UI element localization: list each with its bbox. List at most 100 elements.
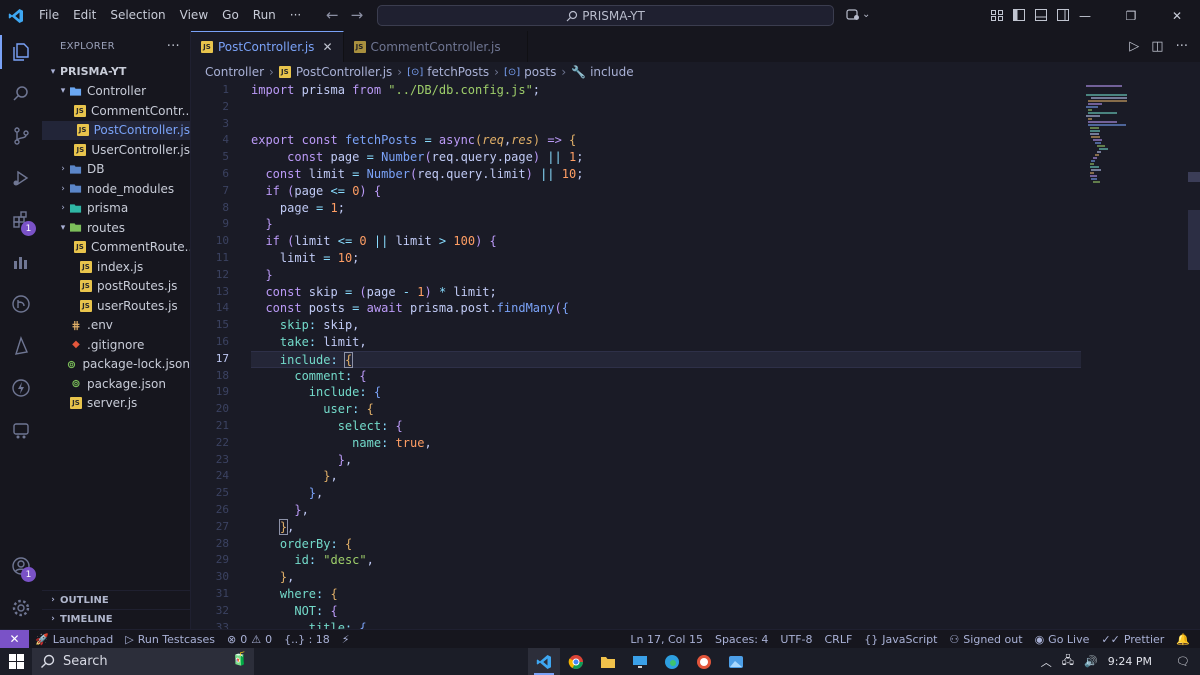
run-debug-icon[interactable] — [0, 157, 42, 199]
code-line[interactable]: if (limit <= 0 || limit > 100) { — [251, 233, 1081, 250]
command-center-search[interactable]: PRISMA-YT — [377, 5, 834, 26]
code-line[interactable]: }, — [251, 518, 1081, 536]
code-line[interactable]: limit = 10; — [251, 250, 1081, 267]
tree-file[interactable]: ⊚ package-lock.json — [42, 355, 190, 375]
network-icon[interactable]: 🖧 — [1062, 652, 1074, 671]
taskbar-file-explorer-icon[interactable] — [592, 648, 624, 675]
code-line[interactable]: take: limit, — [251, 334, 1081, 351]
taskbar-monitor-icon[interactable] — [624, 648, 656, 675]
code-line[interactable]: orderBy: { — [251, 536, 1081, 553]
code-line[interactable] — [251, 99, 1081, 116]
code-line[interactable]: }, — [251, 468, 1081, 485]
show-hidden-icons-icon[interactable]: ︿ — [1041, 654, 1052, 670]
tree-folder[interactable]: › node_modules — [42, 179, 190, 199]
remote-window-icon[interactable]: ✕ — [0, 629, 29, 649]
code-line[interactable]: name: true, — [251, 435, 1081, 452]
forward-arrow-icon[interactable]: → — [351, 6, 364, 24]
customize-layout-icon[interactable] — [990, 8, 1004, 22]
remote-explorer-icon[interactable] — [0, 409, 42, 451]
scrollbar-thumb[interactable] — [1188, 210, 1200, 270]
tree-folder[interactable]: › prisma — [42, 199, 190, 219]
code-line[interactable]: const page = Number(req.query.page) || 1… — [251, 149, 1081, 166]
tree-file[interactable]: JS index.js — [42, 257, 190, 277]
breadcrumb-property[interactable]: include — [590, 65, 633, 79]
code-line[interactable]: }, — [251, 485, 1081, 502]
tree-folder[interactable]: ▾ routes — [42, 218, 190, 238]
git-graph-icon[interactable] — [0, 283, 42, 325]
search-icon[interactable] — [0, 73, 42, 115]
encoding[interactable]: UTF-8 — [774, 633, 818, 646]
code-line[interactable]: id: "desc", — [251, 552, 1081, 569]
code-line[interactable]: }, — [251, 502, 1081, 519]
taskbar-edge-icon[interactable] — [656, 648, 688, 675]
outline-section[interactable]: › OUTLINE — [42, 590, 190, 609]
taskbar-app-red-icon[interactable] — [688, 648, 720, 675]
clock[interactable]: 9:24 PM — [1108, 655, 1152, 668]
extensions-icon[interactable]: 1 — [0, 199, 42, 241]
tree-folder[interactable]: › DB — [42, 160, 190, 180]
code-line[interactable]: NOT: { — [251, 603, 1081, 620]
code-line[interactable]: } — [251, 267, 1081, 284]
code-line[interactable]: export const fetchPosts = async(req,res)… — [251, 132, 1081, 149]
breadcrumb-file[interactable]: PostController.js — [296, 65, 392, 79]
code-editor[interactable]: 1 2 3 4 5 6 7 8 9 10 11 12 13 14 15 16 17 18 19 20 21 22 23 24 2… — [191, 82, 1200, 629]
thunder-client-icon[interactable] — [0, 367, 42, 409]
tab-commentcontroller[interactable]: JS CommentController.js — [344, 31, 528, 62]
more-actions-icon[interactable]: ··· — [1176, 39, 1188, 54]
tree-file[interactable]: JS userRoutes.js — [42, 296, 190, 316]
notification-center-icon[interactable]: 🗨 — [1176, 655, 1190, 668]
code-line[interactable]: } — [251, 216, 1081, 233]
tree-file[interactable]: JS CommentContr... — [42, 101, 190, 121]
close-icon[interactable]: ✕ — [1154, 0, 1200, 31]
signed-out-item[interactable]: ⚇ Signed out — [943, 633, 1028, 646]
menu-edit[interactable]: Edit — [66, 0, 103, 31]
source-control-icon[interactable] — [0, 115, 42, 157]
breadcrumb-function[interactable]: fetchPosts — [427, 65, 489, 79]
code-line[interactable]: user: { — [251, 401, 1081, 418]
end-of-line[interactable]: CRLF — [819, 633, 859, 646]
problems-item[interactable]: ⊗ 0 ⚠ 0 — [221, 633, 278, 646]
tree-file[interactable]: JS server.js — [42, 394, 190, 414]
split-editor-icon[interactable]: ◫ — [1151, 39, 1163, 54]
run-testcases-item[interactable]: ▷ Run Testcases — [119, 633, 221, 646]
code-line[interactable]: const limit = Number(req.query.limit) ||… — [251, 166, 1081, 183]
taskbar-chrome-icon[interactable] — [560, 648, 592, 675]
prisma-icon[interactable] — [0, 325, 42, 367]
project-root[interactable]: ▾ PRISMA-YT — [42, 62, 190, 82]
tree-folder[interactable]: ▾ Controller — [42, 82, 190, 102]
code-line[interactable]: include: { — [251, 384, 1081, 401]
menu-view[interactable]: View — [173, 0, 215, 31]
code-line[interactable] — [251, 116, 1081, 133]
code-line[interactable]: const skip = (page - 1) * limit; — [251, 284, 1081, 301]
breadcrumb-folder[interactable]: Controller — [205, 65, 264, 79]
tab-postcontroller[interactable]: JS PostController.js ✕ — [191, 31, 344, 62]
cursor-position[interactable]: Ln 17, Col 15 — [624, 633, 709, 646]
back-arrow-icon[interactable]: ← — [326, 6, 339, 24]
menu-go[interactable]: Go — [215, 0, 246, 31]
language-mode[interactable]: {} JavaScript — [858, 633, 943, 646]
tree-file[interactable]: JS postRoutes.js — [42, 277, 190, 297]
tree-file[interactable]: JS UserController.js — [42, 140, 190, 160]
settings-gear-icon[interactable] — [0, 587, 42, 629]
menu-run[interactable]: Run — [246, 0, 283, 31]
more-actions-icon[interactable]: ··· — [167, 39, 180, 54]
code-line[interactable]: }, — [251, 569, 1081, 586]
prettier-item[interactable]: ✓✓ Prettier — [1095, 633, 1170, 646]
tree-file[interactable]: ⋕ .env — [42, 316, 190, 336]
tree-file[interactable]: JS CommentRoute... — [42, 238, 190, 258]
tree-file[interactable]: ◆ .gitignore — [42, 335, 190, 355]
tree-file[interactable]: JS PostController.js — [42, 120, 190, 140]
close-icon[interactable]: ✕ — [322, 40, 332, 54]
code-line[interactable]: title: { — [251, 620, 1081, 630]
code-line[interactable]: skip: skip, — [251, 317, 1081, 334]
code-line[interactable]: if (page <= 0) { — [251, 183, 1081, 200]
toggle-primary-sidebar-icon[interactable] — [1012, 8, 1026, 22]
code-line[interactable]: import prisma from "../DB/db.config.js"; — [251, 82, 1081, 99]
code-line[interactable]: include: { — [251, 350, 1081, 368]
minimap[interactable] — [1086, 82, 1186, 202]
copilot-menu[interactable]: ⌄ — [846, 7, 870, 21]
volume-icon[interactable]: 🔊 — [1084, 655, 1098, 668]
go-live-button[interactable]: ◉ Go Live — [1029, 633, 1096, 646]
testing-icon[interactable] — [0, 241, 42, 283]
accounts-icon[interactable]: 1 — [0, 545, 42, 587]
